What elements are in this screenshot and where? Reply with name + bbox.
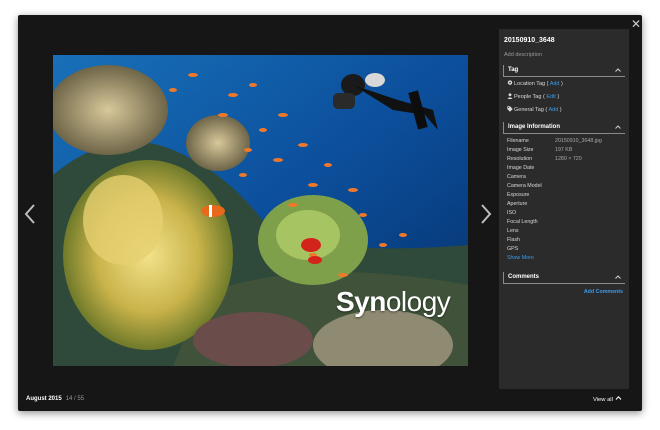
- general-tag-add-link[interactable]: Add: [548, 107, 558, 113]
- tag-section-title: Tag: [508, 67, 519, 73]
- chevron-right-icon: [481, 204, 492, 224]
- chevron-up-icon: [615, 68, 621, 72]
- location-pin-icon: [507, 80, 513, 85]
- tag-section-header[interactable]: Tag: [503, 65, 625, 77]
- general-tag-label: General Tag: [514, 107, 544, 113]
- person-icon: [507, 93, 513, 99]
- location-tag-label: Location Tag: [514, 81, 546, 87]
- info-label-image-size: Image Size: [507, 147, 534, 153]
- chevron-up-icon: [615, 275, 621, 279]
- chevron-left-icon: [24, 204, 35, 224]
- photo-title: 20150910_3648: [504, 37, 555, 44]
- add-description-field[interactable]: Add description: [504, 52, 542, 58]
- add-comments-link[interactable]: Add Comments: [584, 289, 623, 295]
- info-label-flash: Flash: [507, 237, 520, 243]
- info-label-image-date: Image Date: [507, 165, 535, 171]
- photo-image: Synology: [53, 55, 468, 366]
- close-icon[interactable]: ✕: [630, 18, 642, 30]
- info-label-exposure: Exposure: [507, 192, 530, 198]
- info-label-camera-model: Camera Model: [507, 183, 542, 189]
- info-label-lens: Lens: [507, 228, 519, 234]
- watermark-logo: Synology: [336, 286, 451, 317]
- tag-icon: [507, 106, 513, 112]
- location-tag-add-link[interactable]: Add: [550, 81, 560, 87]
- info-label-camera: Camera: [507, 174, 526, 180]
- info-value-resolution: 1280 × 720: [555, 156, 582, 162]
- location-tag-row: Location Tag ( Add ): [507, 80, 563, 87]
- general-tag-row: General Tag ( Add ): [507, 106, 562, 113]
- info-value-image-size: 197 KB: [555, 147, 573, 153]
- comments-section-header[interactable]: Comments: [503, 272, 625, 284]
- comments-section-title: Comments: [508, 274, 540, 280]
- image-info-section-header[interactable]: Image Information: [503, 122, 625, 134]
- info-label-resolution: Resolution: [507, 156, 533, 162]
- people-tag-label: People Tag: [514, 94, 542, 100]
- show-more-link[interactable]: Show More: [507, 255, 534, 261]
- photo-position: 14 / 55: [65, 396, 85, 402]
- people-tag-edit-link[interactable]: Edit: [546, 94, 555, 100]
- info-label-focal-length: Focal Length: [507, 219, 538, 225]
- view-all-label: View all: [593, 397, 613, 403]
- info-value-filename: 20150910_3648.jpg: [555, 138, 602, 144]
- album-name: August 2015: [26, 396, 62, 402]
- info-label-filename: Filename: [507, 138, 529, 144]
- photo-viewer: ✕ Synology 20150910_3648 Add description…: [18, 15, 642, 411]
- next-photo-button[interactable]: [479, 203, 493, 225]
- info-label-gps: GPS: [507, 246, 519, 252]
- info-label-aperture: Aperture: [507, 201, 528, 207]
- info-panel: 20150910_3648 Add description Tag Locati…: [499, 29, 629, 389]
- image-info-section-title: Image Information: [508, 124, 561, 130]
- album-info: August 2015 14 / 55: [26, 396, 84, 402]
- info-label-iso: ISO: [507, 210, 517, 216]
- people-tag-row: People Tag ( Edit ): [507, 93, 559, 100]
- previous-photo-button[interactable]: [23, 203, 37, 225]
- chevron-up-icon: [615, 395, 621, 400]
- chevron-up-icon: [615, 125, 621, 129]
- view-all-button[interactable]: View all: [593, 395, 622, 403]
